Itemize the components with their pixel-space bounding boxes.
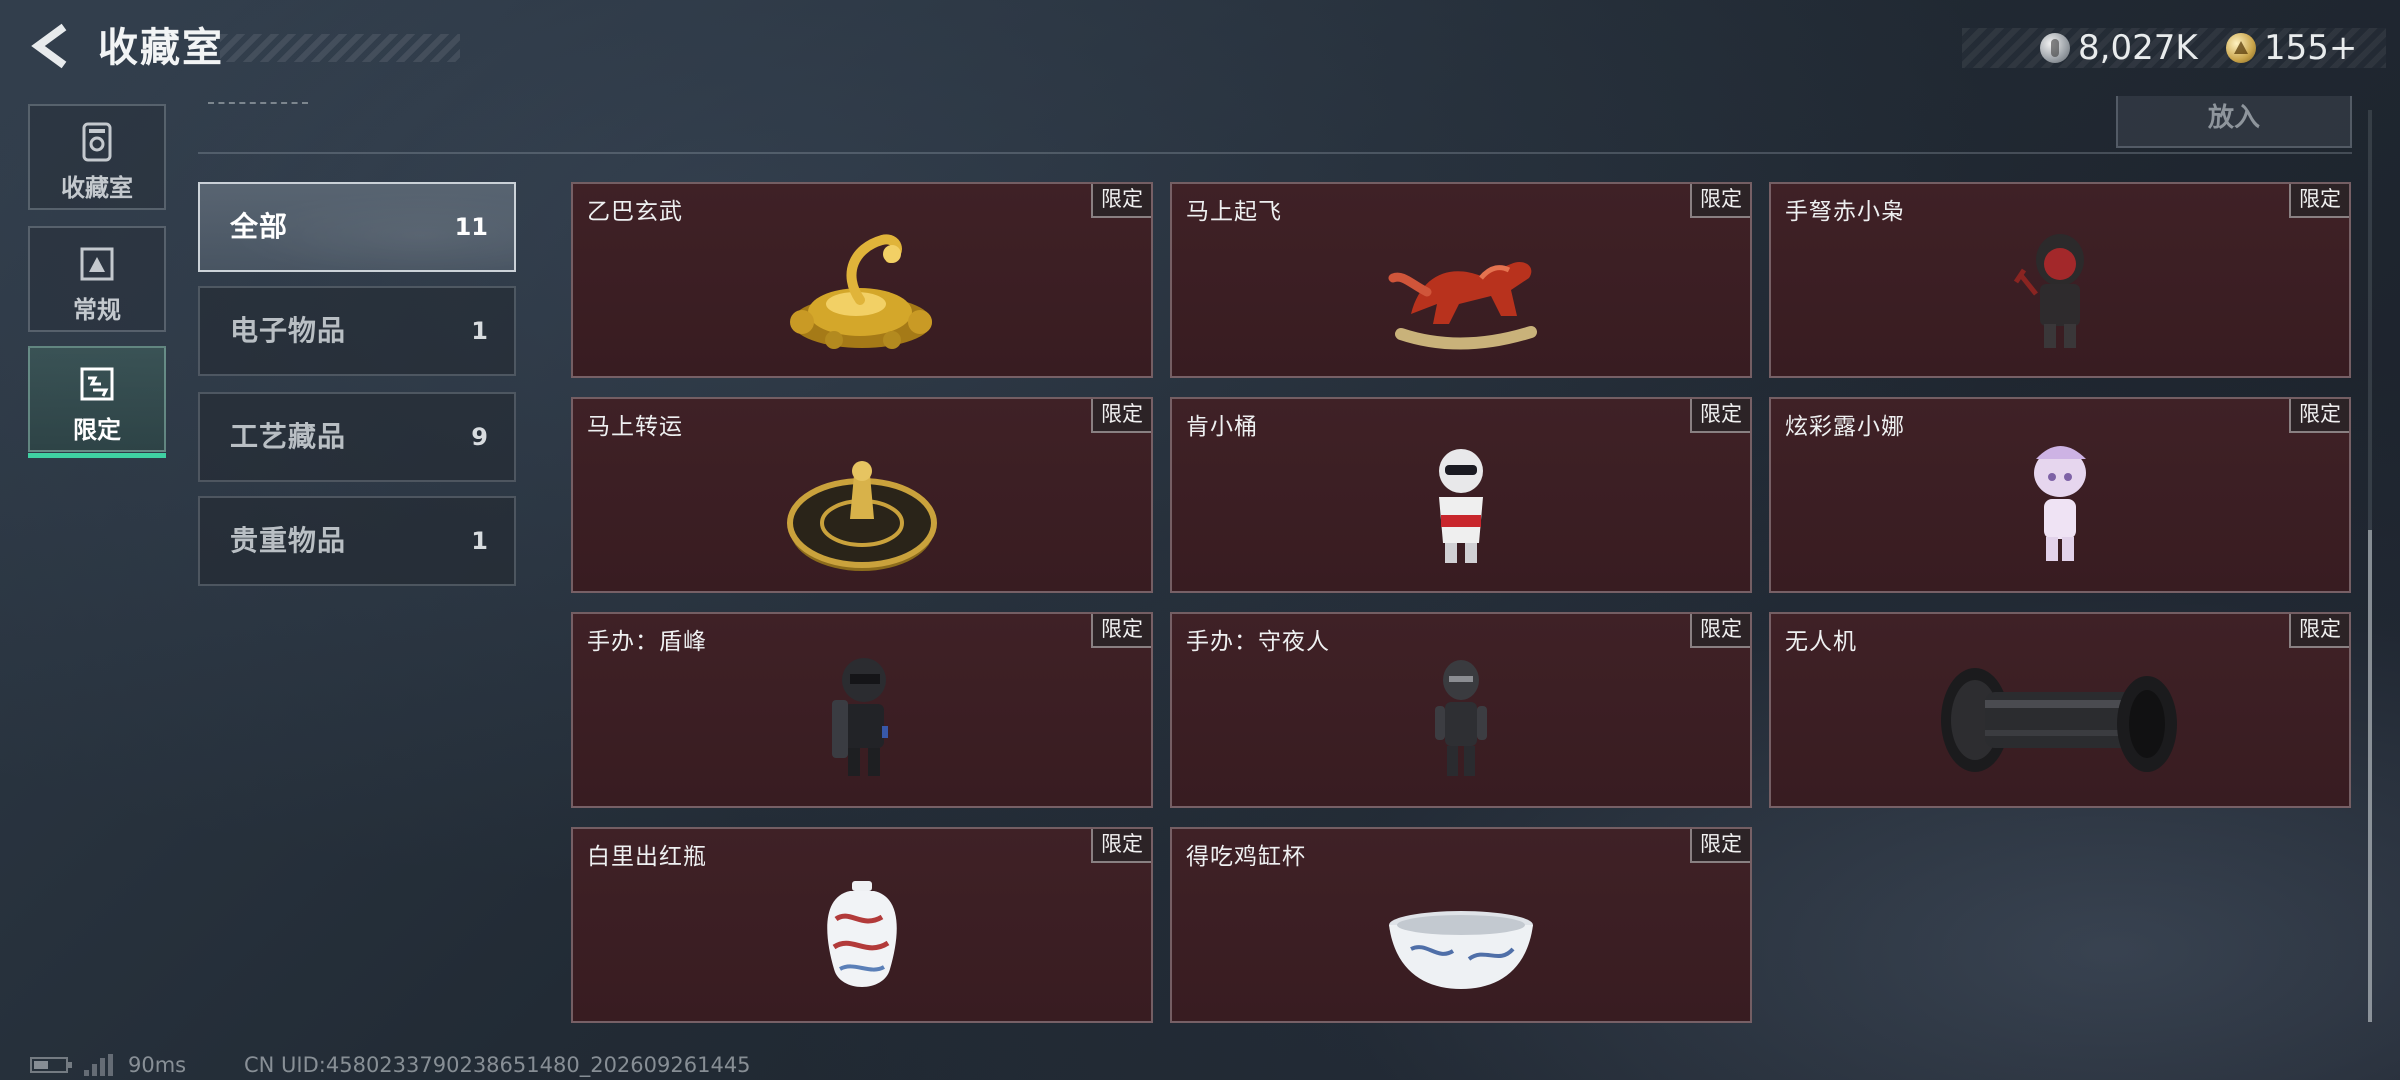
uid-text: CN UID:4580233790238651480_202609261445: [244, 1053, 751, 1077]
limited-badge: 限定: [1091, 829, 1151, 863]
item-card[interactable]: 手办：守夜人 限定: [1170, 612, 1752, 808]
limited-badge: 限定: [2289, 614, 2349, 648]
category-valuables[interactable]: 贵重物品 1: [198, 496, 516, 586]
title-decoration: [220, 34, 460, 62]
limited-badge: 限定: [1690, 399, 1750, 433]
item-card[interactable]: 白里出红瓶 限定: [571, 827, 1153, 1023]
gold-currency: 155+: [2226, 28, 2357, 68]
limited-badge: 限定: [1091, 614, 1151, 648]
item-name: 乙巴玄武: [587, 199, 683, 225]
item-name: 手办：盾峰: [587, 629, 707, 655]
category-name: 工艺藏品: [230, 420, 347, 453]
item-name: 马上转运: [587, 414, 683, 440]
regular-icon: [79, 244, 115, 284]
back-arrow-icon: [30, 23, 70, 73]
category-name: 全部: [230, 210, 289, 243]
item-card[interactable]: 得吃鸡缸杯 限定: [1170, 827, 1752, 1023]
limited-badge: 限定: [2289, 184, 2349, 218]
limited-badge: 限定: [1690, 829, 1750, 863]
item-name: 白里出红瓶: [587, 844, 707, 870]
collection-room-icon: [80, 122, 114, 162]
golden-dragon-tortoise-icon: [742, 204, 982, 374]
golden-turntable-icon: [742, 419, 982, 589]
category-count: 11: [454, 213, 488, 241]
gold-currency-value: 155+: [2264, 28, 2358, 68]
sidebar-item-label: 常规: [73, 296, 121, 324]
item-card[interactable]: 乙巴玄武 限定: [571, 182, 1153, 378]
silver-currency: 8,027K: [2040, 28, 2198, 68]
shield-soldier-figure-icon: [742, 634, 982, 804]
limited-icon: [79, 364, 115, 404]
limited-badge: 限定: [1690, 614, 1750, 648]
put-in-button[interactable]: 放入: [2116, 96, 2352, 148]
porcelain-cup-icon: [1341, 849, 1581, 1019]
item-name: 得吃鸡缸杯: [1186, 844, 1306, 870]
night-watch-figure-icon: [1341, 634, 1581, 804]
filter-label-cut-off: [208, 92, 318, 110]
limited-badge: 限定: [1091, 184, 1151, 218]
divider: [198, 152, 2352, 154]
item-card[interactable]: 肯小桶 限定: [1170, 397, 1752, 593]
silver-coin-icon: [2040, 33, 2070, 63]
category-all[interactable]: 全部 11: [198, 182, 516, 272]
item-name: 肯小桶: [1186, 414, 1258, 440]
sidebar-item-label: 限定: [73, 416, 121, 444]
scrollbar-thumb[interactable]: [2368, 530, 2372, 1022]
item-card[interactable]: 手办：盾峰 限定: [571, 612, 1153, 808]
sidebar-item-label: 收藏室: [61, 174, 133, 202]
item-card[interactable]: 马上转运 限定: [571, 397, 1153, 593]
item-card[interactable]: 手弩赤小枭 限定: [1769, 182, 2351, 378]
item-name: 马上起飞: [1186, 199, 1282, 225]
silver-currency-value: 8,027K: [2078, 28, 2198, 68]
drone-tracked-icon: [1925, 634, 2195, 804]
limited-badge: 限定: [1091, 399, 1151, 433]
red-horse-statue-icon: [1341, 204, 1581, 374]
limited-badge: 限定: [1690, 184, 1750, 218]
item-card[interactable]: 马上起飞 限定: [1170, 182, 1752, 378]
gold-coin-icon: [2226, 33, 2256, 63]
item-name: 手办：守夜人: [1186, 629, 1330, 655]
category-count: 1: [471, 527, 488, 555]
category-name: 贵重物品: [230, 524, 347, 557]
category-count: 9: [471, 423, 488, 451]
sidebar-item-limited[interactable]: 限定: [28, 346, 166, 458]
signal-icon: [84, 1054, 114, 1076]
porcelain-vase-icon: [742, 849, 982, 1019]
ping-value: 90ms: [128, 1053, 187, 1077]
item-name: 炫彩露小娜: [1785, 414, 1905, 440]
item-name: 手弩赤小枭: [1785, 199, 1905, 225]
category-count: 1: [471, 317, 488, 345]
sidebar-item-regular[interactable]: 常规: [28, 226, 166, 332]
status-bar: 90ms: [30, 1052, 186, 1078]
item-card[interactable]: 炫彩露小娜 限定: [1769, 397, 2351, 593]
category-name: 电子物品: [230, 314, 347, 347]
page-title: 收藏室: [98, 25, 224, 71]
battery-icon: [30, 1057, 72, 1073]
back-button[interactable]: [28, 22, 72, 74]
bucket-figure-icon: [1341, 419, 1581, 589]
item-card[interactable]: 无人机 限定: [1769, 612, 2351, 808]
category-crafts[interactable]: 工艺藏品 9: [198, 392, 516, 482]
crossbow-figure-icon: [1940, 204, 2180, 374]
sidebar-item-collection-room[interactable]: 收藏室: [28, 104, 166, 210]
category-electronics[interactable]: 电子物品 1: [198, 286, 516, 376]
item-name: 无人机: [1785, 629, 1857, 655]
limited-badge: 限定: [2289, 399, 2349, 433]
pastel-figure-icon: [1940, 419, 2180, 589]
